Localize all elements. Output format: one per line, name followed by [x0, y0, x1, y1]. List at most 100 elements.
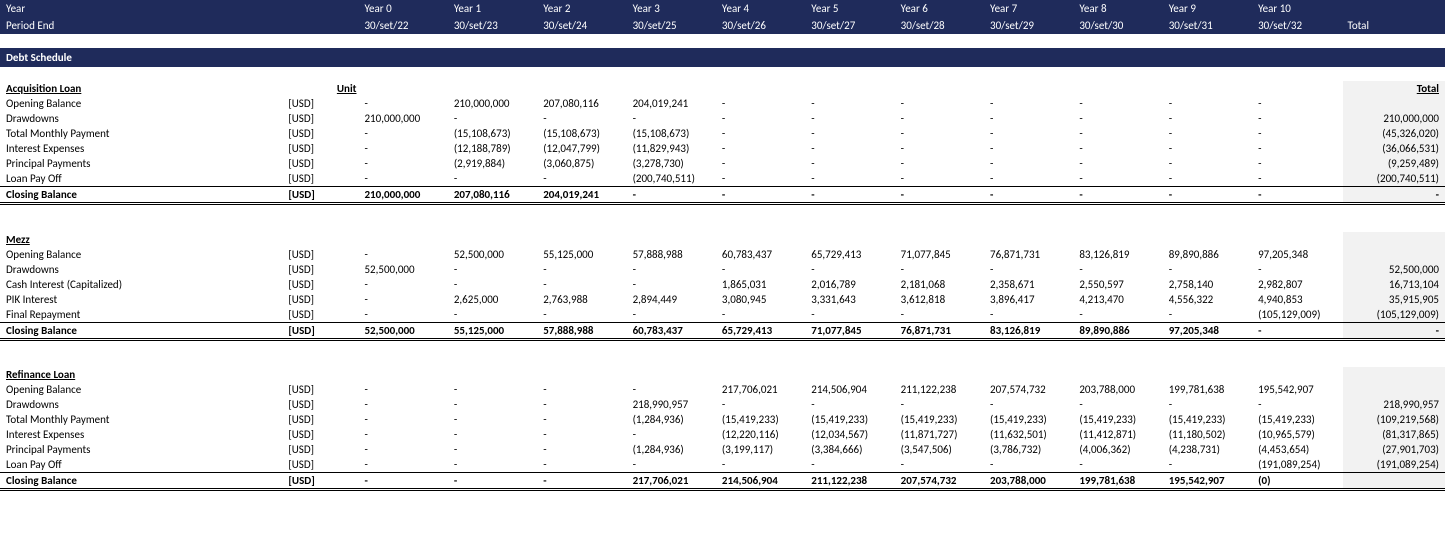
- cell-y1: -: [450, 427, 539, 442]
- cell-y4: 217,706,021: [718, 382, 807, 397]
- cell-y10: 97,205,348: [1254, 247, 1343, 262]
- section-title: Debt Schedule: [0, 48, 1445, 67]
- cell-y9: 2,758,140: [1165, 277, 1254, 292]
- cell-total: (9,259,489): [1343, 156, 1445, 171]
- cell-y8: (4,006,362): [1075, 442, 1164, 457]
- cell-y5: -: [807, 187, 896, 204]
- cell-y1: -: [450, 473, 539, 490]
- cell-y5: -: [807, 141, 896, 156]
- cell-y9: 89,890,886: [1165, 247, 1254, 262]
- acquisition-tmp-row: Total Monthly Payment[USD]-(15,108,673)(…: [0, 126, 1445, 141]
- cell-y7: (11,632,501): [986, 427, 1075, 442]
- cell-y2: (15,108,673): [539, 126, 628, 141]
- acquisition-pp-row: Principal Payments[USD]-(2,919,884)(3,06…: [0, 156, 1445, 171]
- cell-y5: 71,077,845: [807, 322, 896, 339]
- cell-y3: 60,783,437: [629, 322, 718, 339]
- row-label: Principal Payments: [0, 442, 284, 457]
- cell-y2: -: [539, 171, 628, 187]
- cell-y0: 52,500,000: [360, 322, 449, 339]
- date-8: 30/set/30: [1075, 17, 1164, 34]
- cell-y3: -: [629, 111, 718, 126]
- year-10: Year 10: [1254, 0, 1343, 17]
- cell-y1: (12,188,789): [450, 141, 539, 156]
- cell-y1: -: [450, 111, 539, 126]
- acquisition-header-row: Acquisition Loan Unit Total: [0, 81, 1445, 96]
- cell-y7: -: [986, 171, 1075, 187]
- cell-y6: -: [897, 187, 986, 204]
- cell-y10: (105,129,009): [1254, 307, 1343, 323]
- year-7: Year 7: [986, 0, 1075, 17]
- cell-y2: -: [539, 277, 628, 292]
- cell-y0: 210,000,000: [360, 187, 449, 204]
- cell-y6: -: [897, 126, 986, 141]
- cell-total: [1343, 473, 1445, 490]
- cell-y10: (4,453,654): [1254, 442, 1343, 457]
- cell-y5: 3,331,643: [807, 292, 896, 307]
- date-7: 30/set/29: [986, 17, 1075, 34]
- cell-y1: (15,108,673): [450, 126, 539, 141]
- row-unit: [USD]: [284, 397, 360, 412]
- row-label: Drawdowns: [0, 262, 284, 277]
- refinance-drawdowns-row: Drawdowns[USD]---218,990,957-------218,9…: [0, 397, 1445, 412]
- cell-y5: 2,016,789: [807, 277, 896, 292]
- cell-y7: -: [986, 126, 1075, 141]
- cell-y10: -: [1254, 397, 1343, 412]
- cell-y9: -: [1165, 126, 1254, 141]
- acquisition-closing-row: Closing Balance[USD]210,000,000207,080,1…: [0, 187, 1445, 204]
- cell-y7: -: [986, 307, 1075, 323]
- cell-y2: (3,060,875): [539, 156, 628, 171]
- cell-y7: -: [986, 457, 1075, 473]
- row-unit: [USD]: [284, 382, 360, 397]
- date-0: 30/set/22: [360, 17, 449, 34]
- cell-y8: -: [1075, 111, 1164, 126]
- cell-total: (27,901,703): [1343, 442, 1445, 457]
- cell-y3: (11,829,943): [629, 141, 718, 156]
- row-unit: [USD]: [284, 292, 360, 307]
- cell-y9: -: [1165, 171, 1254, 187]
- cell-y5: -: [807, 262, 896, 277]
- cell-y4: 3,080,945: [718, 292, 807, 307]
- cell-y10: -: [1254, 187, 1343, 204]
- refinance-ie-row: Interest Expenses[USD]----(12,220,116)(1…: [0, 427, 1445, 442]
- cell-total: (36,066,531): [1343, 141, 1445, 156]
- row-label: PIK Interest: [0, 292, 284, 307]
- cell-y3: 218,990,957: [629, 397, 718, 412]
- cell-total: (81,317,865): [1343, 427, 1445, 442]
- cell-y8: -: [1075, 96, 1164, 111]
- cell-y0: 210,000,000: [360, 111, 449, 126]
- year-1: Year 1: [450, 0, 539, 17]
- cell-y10: -: [1254, 322, 1343, 339]
- cell-y4: -: [718, 397, 807, 412]
- cell-y4: -: [718, 187, 807, 204]
- cell-y9: (15,419,233): [1165, 412, 1254, 427]
- refinance-title: Refinance Loan: [0, 367, 284, 382]
- row-label: Cash Interest (Capitalized): [0, 277, 284, 292]
- cell-y0: 52,500,000: [360, 262, 449, 277]
- cell-y7: -: [986, 96, 1075, 111]
- date-2: 30/set/24: [539, 17, 628, 34]
- cell-y2: -: [539, 307, 628, 323]
- cell-y2: -: [539, 111, 628, 126]
- cell-total: 218,990,957: [1343, 397, 1445, 412]
- cell-y2: -: [539, 473, 628, 490]
- refinance-opening-row: Opening Balance[USD]----217,706,021214,5…: [0, 382, 1445, 397]
- cell-total: 16,713,104: [1343, 277, 1445, 292]
- cell-y7: -: [986, 141, 1075, 156]
- cell-y10: (0): [1254, 473, 1343, 490]
- cell-y3: (1,284,936): [629, 442, 718, 457]
- cell-y4: 214,506,904: [718, 473, 807, 490]
- cell-y10: 4,940,853: [1254, 292, 1343, 307]
- cell-y5: (15,419,233): [807, 412, 896, 427]
- row-label: Total Monthly Payment: [0, 126, 284, 141]
- cell-total: 210,000,000: [1343, 111, 1445, 126]
- row-unit: [USD]: [284, 111, 360, 126]
- cell-y0: -: [360, 427, 449, 442]
- cell-y5: 214,506,904: [807, 382, 896, 397]
- cell-y5: (3,384,666): [807, 442, 896, 457]
- cell-y0: -: [360, 292, 449, 307]
- cell-y9: -: [1165, 111, 1254, 126]
- cell-y6: (11,871,727): [897, 427, 986, 442]
- refinance-pp-row: Principal Payments[USD]---(1,284,936)(3,…: [0, 442, 1445, 457]
- cell-y8: (15,419,233): [1075, 412, 1164, 427]
- cell-y5: -: [807, 126, 896, 141]
